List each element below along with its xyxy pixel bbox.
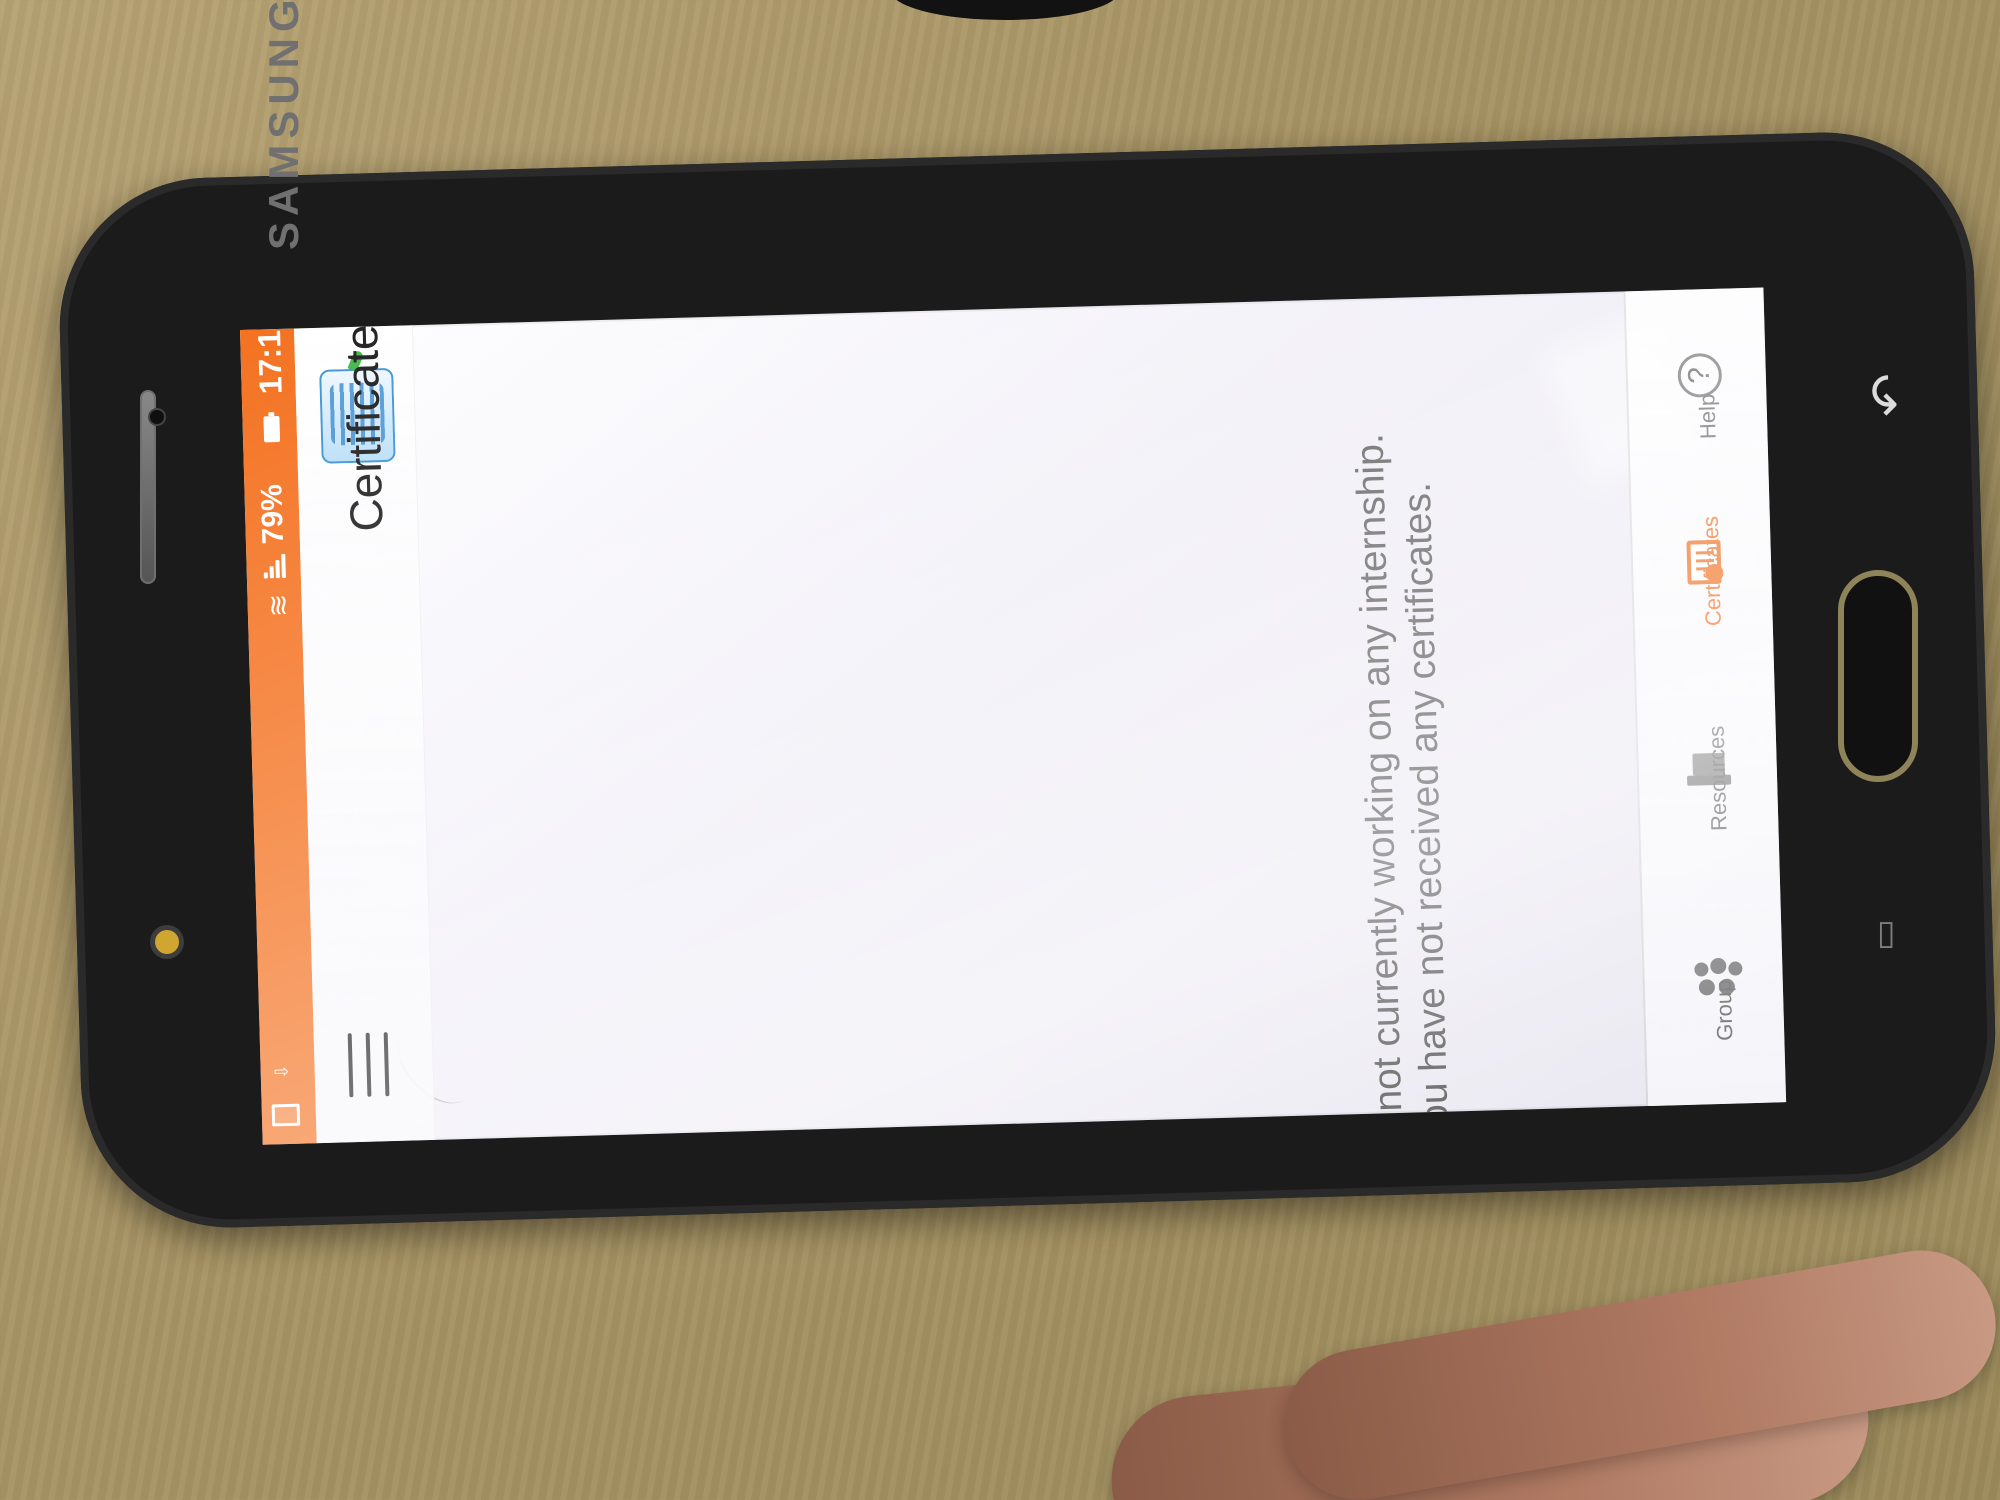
app-toolbar: Certificates [293, 301, 436, 1144]
status-bar-top: 17:13 79% ≋ [249, 312, 297, 775]
status-battery: 79% [255, 483, 290, 545]
screen-frame: 17:13 79% ≋ ⇩ Certificates You are not c… [0, 0, 2000, 1500]
menu-icon[interactable] [347, 1032, 394, 1098]
empty-state-message: You are not currently working on any int… [1348, 432, 1459, 1145]
phone-screen: 17:13 79% ≋ ⇩ Certificates You are not c… [239, 287, 1787, 1145]
page-title: Certificates [334, 300, 393, 533]
bottom-navigation: ? Help Certificates Resources Group [1623, 287, 1787, 1107]
nav-label-resources: Resources [1703, 725, 1732, 832]
notification-mail-icon [271, 1103, 301, 1127]
signal-icon [263, 553, 286, 579]
nav-label-help: Help [1694, 393, 1721, 440]
wifi-icon: ≋ [261, 593, 296, 618]
nav-item-help[interactable]: ? Help [1644, 306, 1750, 459]
nav-item-certificates[interactable]: Certificates [1649, 493, 1755, 646]
nav-item-group[interactable]: Group [1661, 908, 1767, 1061]
nav-label-certificates: Certificates [1697, 515, 1726, 627]
nav-label-group: Group [1710, 979, 1738, 1042]
status-time: 17:13 [250, 311, 289, 395]
battery-icon [263, 415, 281, 443]
nav-item-resources[interactable]: Resources [1655, 698, 1761, 851]
download-icon: ⇩ [271, 1063, 293, 1080]
